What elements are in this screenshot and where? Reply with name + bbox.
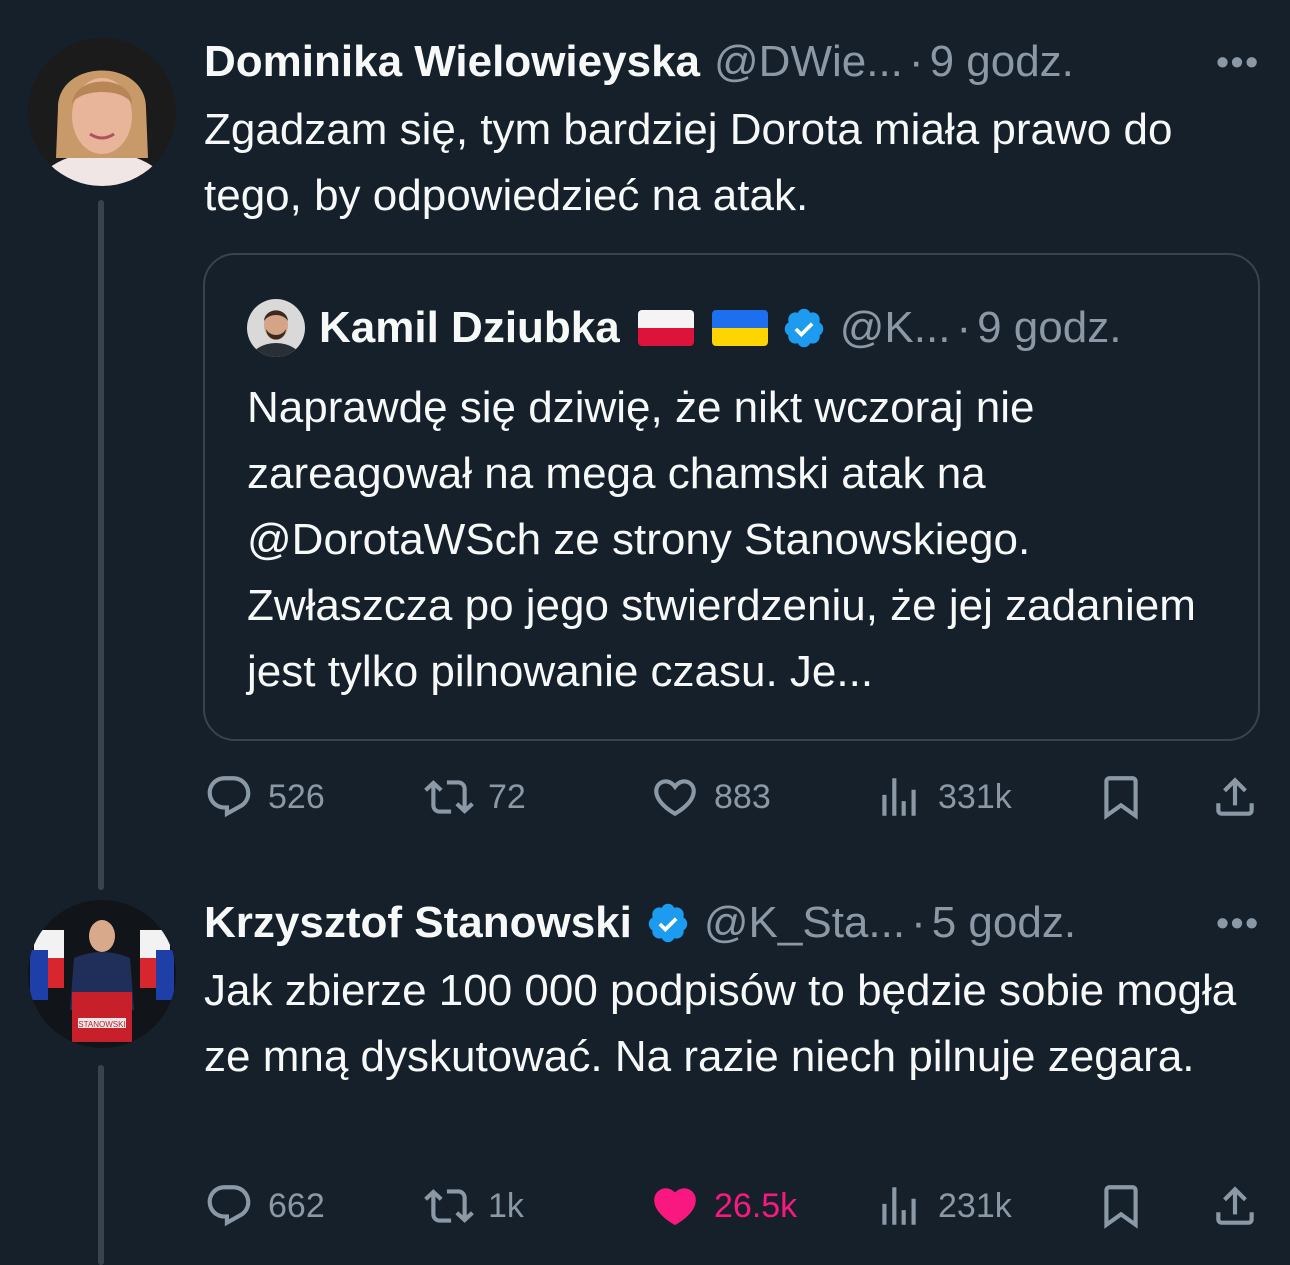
views-button[interactable]: 331k xyxy=(874,767,1012,827)
handle[interactable]: @DWie... xyxy=(714,32,903,92)
bookmark-icon xyxy=(1104,1185,1138,1229)
bookmark-icon xyxy=(1104,776,1138,820)
quoted-handle[interactable]: @K... xyxy=(840,303,951,353)
action-bar: 662 1k 26.5k 231k xyxy=(204,1176,1260,1236)
share-button[interactable] xyxy=(1210,1176,1260,1236)
reply-count: 526 xyxy=(268,777,325,816)
retweet-button[interactable]: 1k xyxy=(424,1176,524,1236)
avatar-podium-text: STANOWSKI xyxy=(78,1020,125,1029)
thread-line xyxy=(98,200,104,890)
retweet-icon xyxy=(424,780,474,814)
quoted-avatar-image xyxy=(247,299,305,357)
more-options-icon[interactable]: ••• xyxy=(1216,32,1260,92)
share-button[interactable] xyxy=(1210,767,1260,827)
handle[interactable]: @K_Sta... xyxy=(704,893,905,953)
avatar-image: STANOWSKI xyxy=(28,900,176,1048)
tweet-header: Krzysztof Stanowski @K_Sta... · 5 godz. … xyxy=(204,893,1260,953)
retweet-icon xyxy=(424,1189,474,1223)
separator-dot: · xyxy=(908,37,924,86)
separator-dot: · xyxy=(956,303,972,352)
more-options-icon[interactable]: ••• xyxy=(1216,893,1260,953)
views-count: 231k xyxy=(938,1186,1012,1225)
thread-line xyxy=(98,1065,104,1265)
avatar[interactable]: STANOWSKI xyxy=(28,900,176,1048)
verified-badge-icon xyxy=(782,306,826,350)
reply-button[interactable]: 526 xyxy=(204,767,325,827)
verified-badge-icon xyxy=(646,901,690,945)
views-icon xyxy=(882,778,916,816)
share-icon xyxy=(1216,777,1254,816)
display-name[interactable]: Dominika Wielowieyska xyxy=(204,32,700,92)
tweet-text: Zgadzam się, tym bardziej Dorota miała p… xyxy=(204,105,1173,220)
quoted-tweet[interactable]: Kamil Dziubka @K... · 9 godz. Naprawdę s… xyxy=(203,253,1260,741)
bookmark-button[interactable] xyxy=(1096,767,1146,827)
flag-ukraine-icon xyxy=(711,310,768,346)
share-icon xyxy=(1216,1186,1254,1225)
tweet-text: Jak zbierze 100 000 podpisów to będzie s… xyxy=(204,966,1237,1081)
timestamp[interactable]: 9 godz. xyxy=(930,32,1074,92)
tweet-header: Dominika Wielowieyska @DWie... · 9 godz.… xyxy=(204,32,1260,92)
like-count: 26.5k xyxy=(714,1186,798,1225)
heart-filled-icon xyxy=(654,1188,696,1226)
quoted-avatar xyxy=(247,299,305,357)
timestamp[interactable]: 5 godz. xyxy=(932,893,1076,953)
display-name[interactable]: Krzysztof Stanowski xyxy=(204,893,632,953)
bookmark-button[interactable] xyxy=(1096,1176,1146,1236)
avatar[interactable] xyxy=(28,38,176,186)
reply-icon xyxy=(207,776,251,818)
quoted-tweet-text: Naprawdę się dziwię, że nikt wczoraj nie… xyxy=(247,383,1196,696)
tweet-dominika[interactable]: Dominika Wielowieyska @DWie... · 9 godz.… xyxy=(0,0,1290,890)
views-button[interactable]: 231k xyxy=(874,1176,1012,1236)
like-count: 883 xyxy=(714,777,771,816)
retweet-count: 1k xyxy=(488,1186,524,1225)
views-icon xyxy=(882,1187,916,1225)
reply-icon xyxy=(207,1185,251,1227)
like-button[interactable]: 883 xyxy=(650,767,771,827)
retweet-button[interactable]: 72 xyxy=(424,767,526,827)
like-button[interactable]: 26.5k xyxy=(650,1176,797,1236)
quoted-timestamp[interactable]: 9 godz. xyxy=(977,303,1121,353)
action-bar: 526 72 883 331k xyxy=(204,767,1260,827)
quoted-tweet-header: Kamil Dziubka @K... · 9 godz. xyxy=(247,295,1121,361)
separator-dot: · xyxy=(911,898,926,947)
flag-poland-icon xyxy=(637,310,694,346)
quoted-display-name[interactable]: Kamil Dziubka xyxy=(319,303,620,353)
heart-icon xyxy=(654,779,696,817)
retweet-count: 72 xyxy=(488,777,526,816)
avatar-image xyxy=(28,38,176,186)
views-count: 331k xyxy=(938,777,1012,816)
tweet-krzysztof[interactable]: STANOWSKI Krzysztof Stanowski @K_Sta... … xyxy=(0,880,1290,1265)
reply-button[interactable]: 662 xyxy=(204,1176,325,1236)
reply-count: 662 xyxy=(268,1186,325,1225)
